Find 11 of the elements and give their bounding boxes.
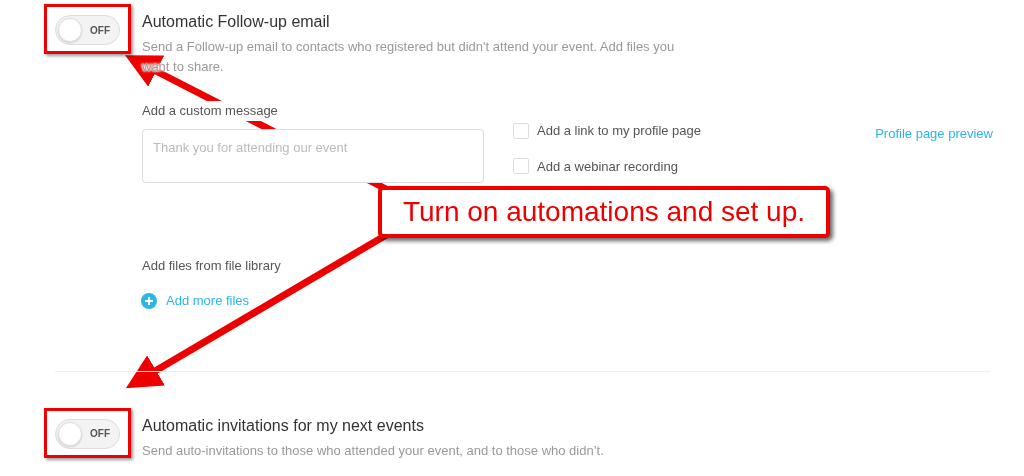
toggle-label: OFF xyxy=(90,23,110,38)
callout: Turn on automations and set up. xyxy=(378,186,830,238)
field-label: Add a custom message xyxy=(142,101,278,121)
checkbox[interactable] xyxy=(513,122,529,139)
toggle-switch[interactable]: OFF xyxy=(55,15,120,45)
section-description: Send auto-invitations to those who attended your event, and to those who didn’t. xyxy=(142,441,604,460)
toggle-switch[interactable]: OFF xyxy=(55,418,120,449)
message-field[interactable]: Thank you for attending our event xyxy=(142,128,484,183)
plus-icon xyxy=(141,292,157,309)
checkbox[interactable] xyxy=(513,158,529,175)
toggle-label: OFF xyxy=(90,427,110,441)
